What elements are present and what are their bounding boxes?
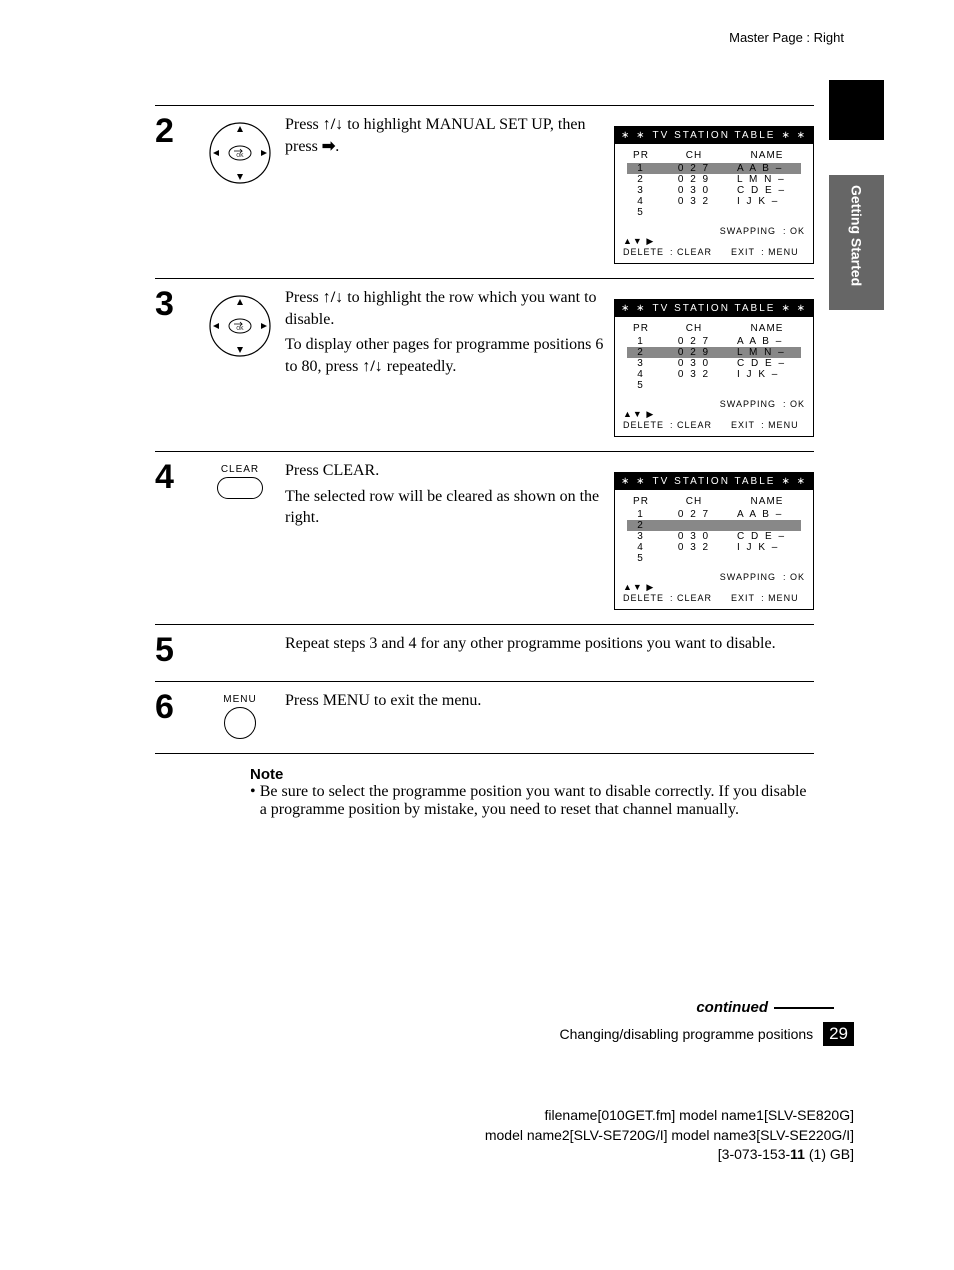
- step-number: 4: [155, 460, 195, 494]
- up-down-arrow-icon: ↑/↓: [323, 289, 343, 306]
- step-number: 6: [155, 690, 195, 724]
- step-4: 4 CLEAR Press CLEAR. The selected row wi…: [155, 451, 814, 624]
- osd-screen-step4: ∗ ∗TV STATION TABLE∗ ∗ PRCHNAME 10 2 7A …: [614, 472, 814, 610]
- file-info: filename[010GET.fm] model name1[SLV-SE82…: [0, 1106, 854, 1165]
- steps-area: 2 OK Press ↑/↓ to highlight MANUAL SET U…: [155, 105, 814, 754]
- osd-row: 10 2 7A A B –: [627, 509, 801, 520]
- right-arrow-icon: ➡: [322, 138, 335, 155]
- section-tab: Getting Started: [829, 175, 884, 310]
- osd-row: 40 3 2I J K –: [627, 542, 801, 553]
- step-3-text: Press ↑/↓ to highlight the row which you…: [285, 287, 614, 377]
- osd-row: 10 2 7A A B –: [627, 163, 801, 174]
- osd-screen-step2: ∗ ∗TV STATION TABLE∗ ∗ PRCHNAME 10 2 7A …: [614, 126, 814, 264]
- up-down-arrow-icon: ↑/↓: [362, 358, 382, 375]
- osd-row: 20 2 9L M N –: [627, 347, 801, 358]
- master-page-label: Master Page : Right: [0, 0, 954, 45]
- osd-row: 5: [627, 553, 801, 564]
- menu-button-label: MENU: [223, 694, 256, 705]
- osd-rows-t2: 10 2 7A A B –20 2 9L M N –30 3 0C D E –4…: [627, 336, 801, 391]
- step-number: 2: [155, 114, 195, 148]
- osd-rows-t1: 10 2 7A A B –20 2 9L M N –30 3 0C D E –4…: [627, 163, 801, 218]
- continued-label: continued: [0, 999, 834, 1016]
- step-6-text: Press MENU to exit the menu.: [285, 690, 814, 712]
- osd-row: 40 3 2I J K –: [627, 369, 801, 380]
- step-4-text: Press CLEAR. The selected row will be cl…: [285, 460, 614, 529]
- osd-rows-t3: 10 2 7A A B –230 3 0C D E –40 3 2I J K –…: [627, 509, 801, 564]
- corner-black-bar: [829, 80, 884, 140]
- step-3: 3 OK Press ↑/↓ to highlight the row whic…: [155, 278, 814, 451]
- page-number: 29: [823, 1022, 854, 1046]
- nav-pad-icon: OK: [205, 118, 275, 188]
- osd-row: 10 2 7A A B –: [627, 336, 801, 347]
- osd-screen-step3: ∗ ∗TV STATION TABLE∗ ∗ PRCHNAME 10 2 7A …: [614, 299, 814, 437]
- svg-text:OK: OK: [236, 326, 244, 332]
- step-5: 5 Repeat steps 3 and 4 for any other pro…: [155, 624, 814, 681]
- menu-button-icon: [224, 707, 256, 739]
- osd-row: 5: [627, 207, 801, 218]
- step-number: 5: [155, 633, 195, 667]
- note-text: Be sure to select the programme position…: [260, 783, 814, 819]
- osd-row: 30 3 0C D E –: [627, 358, 801, 369]
- step-5-text: Repeat steps 3 and 4 for any other progr…: [285, 633, 814, 655]
- osd-row: 40 3 2I J K –: [627, 196, 801, 207]
- svg-text:OK: OK: [236, 153, 244, 159]
- footer-section-line: Changing/disabling programme positions 2…: [0, 1022, 854, 1046]
- note-heading: Note: [250, 766, 814, 783]
- osd-row: 5: [627, 380, 801, 391]
- step-number: 3: [155, 287, 195, 321]
- step-6: 6 MENU Press MENU to exit the menu.: [155, 681, 814, 754]
- osd-row: 30 3 0C D E –: [627, 531, 801, 542]
- bullet-icon: •: [250, 783, 260, 819]
- up-down-arrow-icon: ↑/↓: [323, 116, 343, 133]
- step-2-text: Press ↑/↓ to highlight MANUAL SET UP, th…: [285, 114, 614, 157]
- clear-button-label: CLEAR: [221, 464, 259, 475]
- osd-row: 30 3 0C D E –: [627, 185, 801, 196]
- step-2: 2 OK Press ↑/↓ to highlight MANUAL SET U…: [155, 105, 814, 278]
- nav-pad-icon: OK: [205, 291, 275, 361]
- note-block: Note • Be sure to select the programme p…: [250, 766, 814, 819]
- osd-row: 2: [627, 520, 801, 531]
- clear-button-icon: [217, 477, 263, 499]
- osd-row: 20 2 9L M N –: [627, 174, 801, 185]
